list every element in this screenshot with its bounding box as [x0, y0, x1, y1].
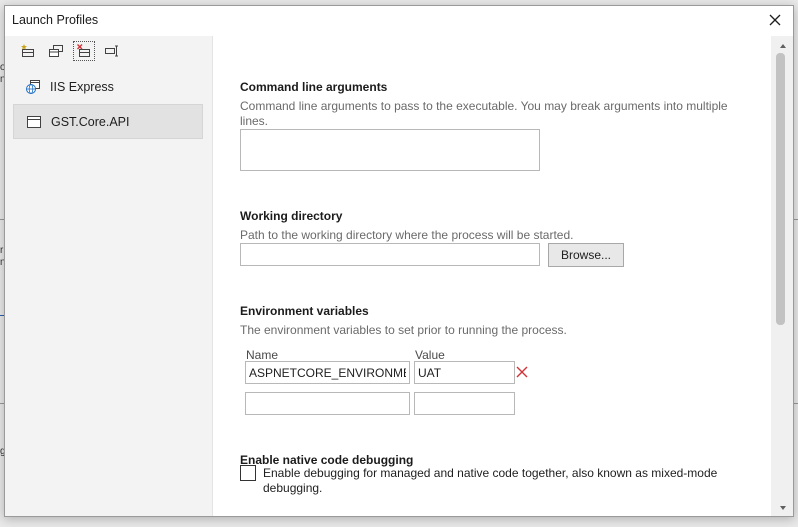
profiles-sidebar: IIS Express GST.Core.API	[5, 36, 213, 516]
env-name-header: Name	[246, 348, 279, 362]
native-debug-title: Enable native code debugging	[240, 453, 414, 467]
native-debug-checkbox[interactable]	[240, 465, 256, 481]
env-name-input[interactable]	[245, 392, 410, 415]
profile-item-gst-core-api[interactable]: GST.Core.API	[13, 104, 203, 139]
profile-label: GST.Core.API	[51, 114, 130, 129]
env-vars-title: Environment variables	[240, 304, 369, 318]
scroll-down-arrow-icon[interactable]	[779, 504, 787, 512]
close-icon	[769, 14, 781, 26]
working-directory-description: Path to the working directory where the …	[240, 228, 574, 242]
delete-profile-icon	[77, 44, 90, 57]
scroll-up-arrow-icon[interactable]	[779, 42, 787, 50]
dialog-title: Launch Profiles	[12, 13, 99, 27]
profile-settings-panel: Command line arguments Command line argu…	[214, 36, 771, 516]
profile-list: IIS Express GST.Core.API	[13, 69, 203, 139]
env-value-input[interactable]	[414, 361, 515, 384]
close-button[interactable]	[767, 12, 783, 28]
native-debug-label: Enable debugging for managed and native …	[263, 466, 718, 495]
delete-profile-button[interactable]	[73, 41, 95, 61]
env-name-input[interactable]	[245, 361, 410, 384]
browse-button[interactable]: Browse...	[548, 243, 624, 267]
duplicate-profile-button[interactable]	[45, 41, 67, 61]
web-globe-icon	[26, 79, 40, 94]
window-icon	[27, 115, 41, 128]
working-directory-input[interactable]	[240, 243, 540, 266]
title-bar: Launch Profiles	[5, 6, 793, 36]
rename-profile-icon	[105, 45, 118, 57]
command-line-description: Command line arguments to pass to the ex…	[240, 99, 728, 128]
launch-profiles-dialog: Launch Profiles IIS Express GST.Core.API…	[4, 5, 794, 517]
command-line-title: Command line arguments	[240, 80, 388, 94]
delete-env-var-icon[interactable]	[515, 365, 529, 379]
new-profile-icon	[21, 44, 34, 57]
profile-item-iis-express[interactable]: IIS Express	[13, 69, 203, 104]
duplicate-profile-icon	[49, 45, 63, 57]
env-value-input[interactable]	[414, 392, 515, 415]
env-value-header: Value	[415, 348, 445, 362]
new-profile-button[interactable]	[17, 41, 39, 61]
rename-profile-button[interactable]	[101, 41, 123, 61]
command-line-input[interactable]	[240, 129, 540, 171]
profiles-toolbar	[17, 41, 123, 61]
profile-label: IIS Express	[50, 79, 114, 94]
scroll-thumb[interactable]	[776, 53, 785, 325]
vertical-scrollbar[interactable]	[771, 36, 793, 516]
env-vars-description: The environment variables to set prior t…	[240, 323, 567, 337]
working-directory-title: Working directory	[240, 209, 343, 223]
